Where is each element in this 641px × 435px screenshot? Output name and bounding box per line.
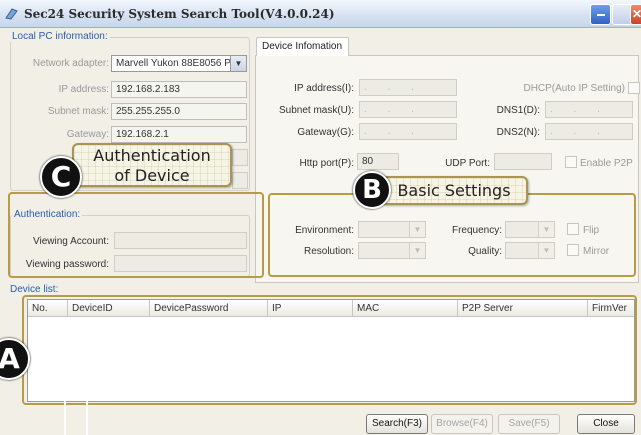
highlight-box-c	[8, 192, 264, 278]
pc-subnet-label: Subnet mask:	[47, 106, 109, 117]
title-bar: Sec24 Security System Search Tool(V4.0.0…	[0, 0, 641, 28]
save-button[interactable]: Save(F5)	[498, 414, 560, 434]
device-subnet-input[interactable]: . . .	[359, 101, 457, 118]
enable-p2p-label: Enable P2P	[580, 158, 633, 169]
pc-subnet-value: 255.255.255.0	[116, 106, 180, 117]
window-title: Sec24 Security System Search Tool(V4.0.0…	[24, 7, 335, 21]
network-adapter-value: Marvell Yukon 88E8056 PC	[116, 58, 239, 69]
pc-ip-field: 192.168.2.183	[111, 81, 247, 98]
browse-button[interactable]: Browse(F4)	[431, 414, 493, 434]
device-subnet-dots: . . .	[364, 104, 423, 115]
callout-b-marker: B	[353, 171, 391, 209]
pc-gateway-value: 192.168.2.1	[116, 129, 169, 140]
dhcp-checkbox[interactable]	[628, 82, 640, 94]
pc-subnet-field: 255.255.255.0	[111, 103, 247, 120]
dhcp-label: DHCP(Auto IP Setting)	[523, 83, 625, 94]
udp-port-input[interactable]	[494, 153, 552, 170]
dns1-dots: . . .	[550, 104, 609, 115]
highlight-box-a	[22, 295, 637, 405]
enable-p2p-checkbox[interactable]	[565, 156, 577, 168]
local-pc-group-label: Local PC information:	[10, 31, 110, 42]
callout-c-marker: C	[40, 156, 82, 198]
pc-gateway-field: 192.168.2.1	[111, 126, 247, 143]
device-list-label: Device list:	[8, 284, 61, 295]
device-ip-dots: . . .	[364, 82, 423, 93]
device-ip-input[interactable]: . . .	[359, 79, 457, 96]
dns2-dots: . . .	[550, 126, 609, 137]
callout-b-letter: B	[362, 175, 382, 205]
device-gateway-label: Gateway(G):	[297, 127, 354, 138]
pc-ip-value: 192.168.2.183	[116, 84, 180, 95]
app-window: Sec24 Security System Search Tool(V4.0.0…	[0, 0, 641, 435]
connector-line-a	[64, 372, 88, 435]
http-port-value: 80	[362, 156, 374, 167]
network-adapter-label: Network adapter:	[32, 58, 109, 69]
pc-gateway-label: Gateway:	[66, 129, 109, 140]
network-adapter-select[interactable]: Marvell Yukon 88E8056 PC ▼	[111, 55, 247, 72]
tab-device-information[interactable]: Device Infomation	[256, 37, 349, 56]
search-button[interactable]: Search(F3)	[366, 414, 428, 434]
callout-c-box: Authentication of Device	[72, 143, 232, 187]
callout-c-letter: C	[50, 160, 72, 193]
chevron-down-icon[interactable]: ▼	[230, 56, 246, 71]
highlight-box-b	[268, 193, 636, 277]
device-subnet-label: Subnet mask(U):	[278, 105, 354, 116]
callout-c-line2: of Device	[114, 166, 190, 185]
pc-ip-label: IP address:	[58, 84, 109, 95]
callout-b-text: Basic Settings	[397, 181, 511, 200]
close-button[interactable]: Close	[577, 414, 635, 434]
pc-extra-field-2	[232, 172, 248, 189]
callout-a-letter: A	[0, 342, 20, 375]
callout-c-line1: Authentication	[93, 146, 211, 165]
http-port-label: Http port(P):	[299, 158, 354, 169]
device-gateway-input[interactable]: . . .	[359, 123, 457, 140]
device-ip-label: IP address(I):	[294, 83, 354, 94]
pc-extra-field-1	[232, 149, 248, 166]
app-icon	[5, 8, 18, 20]
dns2-input[interactable]: . . .	[545, 123, 633, 140]
dns2-label: DNS2(N):	[496, 127, 540, 138]
http-port-input[interactable]: 80	[357, 153, 399, 170]
udp-port-label: UDP Port:	[445, 158, 490, 169]
device-gateway-dots: . . .	[364, 126, 423, 137]
callout-b-box: Basic Settings	[380, 176, 528, 205]
dns1-label: DNS1(D):	[496, 105, 540, 116]
dns1-input[interactable]: . . .	[545, 101, 633, 118]
close-window-button[interactable]: ✕	[630, 4, 641, 25]
minimize-button[interactable]	[590, 4, 611, 25]
